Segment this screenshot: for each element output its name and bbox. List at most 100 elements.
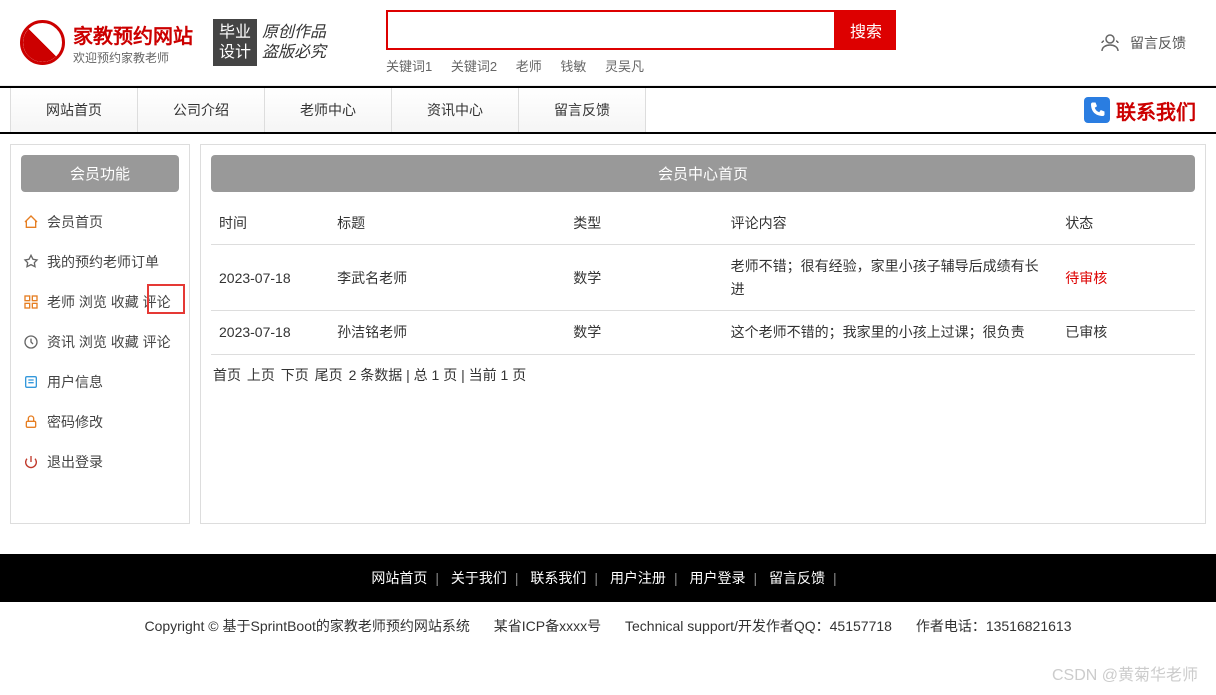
sidebar-item-label: 密码修改 [47, 412, 103, 432]
cell-comment: 这个老师不错的；我家里的小孩上过课；很负责 [723, 311, 1058, 354]
sidebar-item-label: 我的预约老师订单 [47, 252, 159, 272]
cell-time: 2023-07-18 [211, 311, 329, 354]
page-first[interactable]: 首页 [213, 367, 241, 383]
col-comment: 评论内容 [723, 202, 1058, 245]
footer-link[interactable]: 关于我们 [451, 570, 507, 586]
separator: | [515, 570, 519, 586]
search-row: 搜索 [386, 10, 1078, 50]
sidebar-item-logout[interactable]: 退出登录 [21, 442, 179, 482]
original-line1: 原创作品 [262, 23, 326, 42]
keyword-link[interactable]: 老师 [516, 59, 542, 74]
cell-type: 数学 [565, 311, 722, 354]
sidebar-item-label: 用户信息 [47, 372, 103, 392]
graduation-badge: 毕业 设计 [213, 19, 257, 65]
table-row: 2023-07-18 孙洁铭老师 数学 这个老师不错的；我家里的小孩上过课；很负… [211, 311, 1195, 354]
sidebar-item-label: 退出登录 [47, 452, 103, 472]
separator: | [753, 570, 757, 586]
clock-icon [23, 334, 39, 350]
grid-icon [23, 294, 39, 310]
footer-link[interactable]: 留言反馈 [769, 570, 825, 586]
main-wrap: 会员功能 会员首页 我的预约老师订单 老师 浏览 收藏 评论 资讯 浏览 收藏 … [0, 134, 1216, 534]
sidebar-item-label: 会员首页 [47, 212, 103, 232]
sidebar-item-teacher-comments[interactable]: 老师 浏览 收藏 评论 [21, 282, 179, 322]
user-icon [23, 374, 39, 390]
sidebar-item-user-info[interactable]: 用户信息 [21, 362, 179, 402]
separator: | [435, 570, 439, 586]
page-summary: 2 条数据 | 总 1 页 | 当前 1 页 [349, 367, 527, 383]
sidebar-item-orders[interactable]: 我的预约老师订单 [21, 242, 179, 282]
footer-link[interactable]: 网站首页 [371, 570, 427, 586]
sidebar-item-news-comments[interactable]: 资讯 浏览 收藏 评论 [21, 322, 179, 362]
nav-bar: 网站首页 公司介绍 老师中心 资讯中心 留言反馈 联系我们 [0, 86, 1216, 134]
search-input[interactable] [386, 10, 836, 50]
icp-text: 某省ICP备xxxx号 [494, 618, 601, 634]
sidebar: 会员功能 会员首页 我的预约老师订单 老师 浏览 收藏 评论 资讯 浏览 收藏 … [10, 144, 190, 524]
col-status: 状态 [1057, 202, 1195, 245]
top-bar: 家教预约网站 欢迎预约家教老师 毕业 设计 原创作品 盗版必究 搜索 关键词1 … [0, 0, 1216, 86]
col-type: 类型 [565, 202, 722, 245]
home-icon [23, 214, 39, 230]
table-row: 2023-07-18 李武名老师 数学 老师不错；很有经验，家里小孩子辅导后成绩… [211, 245, 1195, 311]
footer-link[interactable]: 用户登录 [689, 570, 745, 586]
search-button[interactable]: 搜索 [836, 10, 896, 50]
nav-home[interactable]: 网站首页 [10, 88, 138, 132]
feedback-label: 留言反馈 [1130, 33, 1186, 53]
copyright-text: Copyright © 基于SprintBoot的家教老师预约网站系统 [145, 618, 470, 634]
sidebar-item-password[interactable]: 密码修改 [21, 402, 179, 442]
logo-text: 家教预约网站 欢迎预约家教老师 [73, 20, 193, 66]
page-prev[interactable]: 上页 [247, 367, 275, 383]
support-text: Technical support/开发作者QQ：45157718 [625, 618, 892, 634]
cell-status: 已审核 [1057, 311, 1195, 354]
cell-type: 数学 [565, 245, 722, 311]
site-subtitle: 欢迎预约家教老师 [73, 49, 193, 66]
sidebar-item-label: 老师 浏览 收藏 评论 [47, 292, 171, 312]
col-title: 标题 [329, 202, 565, 245]
original-badge: 原创作品 盗版必究 [262, 23, 326, 61]
separator: | [594, 570, 598, 586]
footer-link[interactable]: 联系我们 [530, 570, 586, 586]
table-header-row: 时间 标题 类型 评论内容 状态 [211, 202, 1195, 245]
keyword-link[interactable]: 灵吴凡 [605, 59, 644, 74]
power-icon [23, 454, 39, 470]
contact-us[interactable]: 联系我们 [1084, 96, 1206, 125]
sidebar-item-home[interactable]: 会员首页 [21, 202, 179, 242]
keyword-link[interactable]: 关键词2 [451, 59, 497, 74]
order-icon [23, 254, 39, 270]
col-time: 时间 [211, 202, 329, 245]
page-next[interactable]: 下页 [281, 367, 309, 383]
cell-title: 李武名老师 [329, 245, 565, 311]
cell-title: 孙洁铭老师 [329, 311, 565, 354]
page-last[interactable]: 尾页 [315, 367, 343, 383]
logo-block: 家教预约网站 欢迎预约家教老师 [20, 20, 193, 66]
sidebar-item-label: 资讯 浏览 收藏 评论 [47, 332, 171, 352]
footer-nav: 网站首页 | 关于我们 | 联系我们 | 用户注册 | 用户登录 | 留言反馈 | [0, 554, 1216, 602]
content-header: 会员中心首页 [211, 155, 1195, 192]
keyword-list: 关键词1 关键词2 老师 钱敏 灵吴凡 [386, 56, 1078, 75]
footer-copyright: Copyright © 基于SprintBoot的家教老师预约网站系统 某省IC… [0, 602, 1216, 650]
footer-link[interactable]: 用户注册 [610, 570, 666, 586]
nav-teacher[interactable]: 老师中心 [265, 88, 392, 132]
search-block: 搜索 关键词1 关键词2 老师 钱敏 灵吴凡 [386, 10, 1078, 75]
sidebar-header: 会员功能 [21, 155, 179, 192]
support-icon [1098, 31, 1122, 55]
separator: | [674, 570, 678, 586]
author-phone: 作者电话：13516821613 [916, 618, 1072, 634]
content-panel: 会员中心首页 时间 标题 类型 评论内容 状态 2023-07-18 李武名老师… [200, 144, 1206, 524]
cell-comment: 老师不错；很有经验，家里小孩子辅导后成绩有长进 [723, 245, 1058, 311]
keyword-link[interactable]: 关键词1 [386, 59, 432, 74]
badge-block: 毕业 设计 原创作品 盗版必究 [213, 19, 326, 65]
nav-company[interactable]: 公司介绍 [138, 88, 265, 132]
nav-feedback[interactable]: 留言反馈 [519, 88, 646, 132]
cell-time: 2023-07-18 [211, 245, 329, 311]
logo-icon [20, 20, 65, 65]
comments-table: 时间 标题 类型 评论内容 状态 2023-07-18 李武名老师 数学 老师不… [211, 202, 1195, 355]
site-title: 家教预约网站 [73, 20, 193, 49]
nav-news[interactable]: 资讯中心 [392, 88, 519, 132]
feedback-link[interactable]: 留言反馈 [1098, 31, 1186, 55]
keyword-link[interactable]: 钱敏 [560, 59, 586, 74]
phone-icon [1084, 97, 1110, 123]
original-line2: 盗版必究 [262, 43, 326, 62]
watermark: CSDN @黄菊华老师 [1052, 661, 1198, 685]
separator: | [833, 570, 837, 586]
pagination: 首页 上页 下页 尾页 2 条数据 | 总 1 页 | 当前 1 页 [211, 355, 1195, 395]
